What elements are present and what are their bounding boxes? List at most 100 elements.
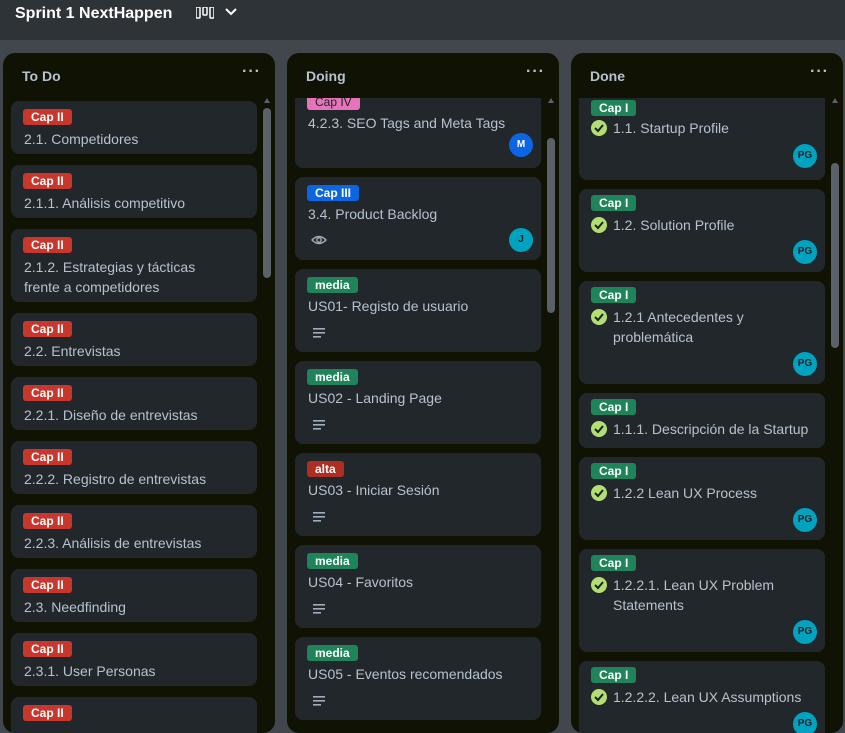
card-label: Cap II <box>23 173 72 189</box>
scroll-thumb[interactable] <box>263 108 271 278</box>
card-title: 2.2.3. Análisis de entrevistas <box>24 535 202 551</box>
list-more-button[interactable]: ··· <box>810 63 829 81</box>
check-icon <box>591 120 607 136</box>
description-icon <box>313 604 325 614</box>
card-label: Cap II <box>23 321 72 337</box>
list-title[interactable]: Done <box>590 68 625 84</box>
card-title: US01- Registo de usuario <box>308 298 469 314</box>
card-list: Cap IV 4.2.3. SEO Tags and Meta Tags M C… <box>295 98 541 733</box>
card[interactable]: alta US03 - Iniciar Sesión <box>295 453 541 536</box>
list-more-button[interactable]: ··· <box>242 63 261 81</box>
card-title: 1.2.2.2. Lean UX Assumptions <box>613 689 802 705</box>
description-icon <box>313 328 325 338</box>
card[interactable]: media US01- Registo de usuario <box>295 269 541 352</box>
avatar[interactable]: PG <box>793 352 817 376</box>
card-title: 4.2.3. SEO Tags and Meta Tags <box>308 115 506 131</box>
card[interactable]: Cap I 1.2.2.2. Lean UX Assumptions PG <box>579 661 825 733</box>
list-title[interactable]: Doing <box>306 68 346 84</box>
card[interactable]: Cap I 1.1. Startup Profile PG <box>579 98 825 180</box>
scroll-up-icon[interactable] <box>832 98 838 103</box>
card[interactable]: Cap I 1.1.1. Descripción de la Startup <box>579 393 825 448</box>
scroll-up-icon[interactable] <box>548 98 554 103</box>
card[interactable]: Cap IV 4.2.3. SEO Tags and Meta Tags M <box>295 98 541 168</box>
card-title: 1.1. Startup Profile <box>613 120 729 136</box>
card-title: 2.2. Entrevistas <box>24 343 121 359</box>
card-label: Cap II <box>23 577 72 593</box>
list-done: Done ··· Cap I 1.1. Startup Profile PG C… <box>571 53 843 733</box>
card-label: Cap IV <box>307 98 360 110</box>
list-scrollbar[interactable] <box>547 98 555 733</box>
list-more-button[interactable]: ··· <box>526 63 545 81</box>
card-label: alta <box>307 461 344 477</box>
card-title: 2.3. Needfinding <box>24 599 126 615</box>
scroll-thumb[interactable] <box>547 138 555 313</box>
avatar[interactable]: PG <box>793 508 817 532</box>
list-header: Done ··· <box>571 53 843 99</box>
list-scrollbar[interactable] <box>831 98 839 733</box>
card[interactable]: Cap II 2.1.2. Estrategias y tácticas fre… <box>11 229 257 302</box>
description-icon <box>313 696 325 706</box>
avatar[interactable]: J <box>509 228 533 252</box>
board-title[interactable]: Sprint 1 NextHappen <box>15 5 172 23</box>
card[interactable]: Cap II 2.1. Competidores <box>11 101 257 154</box>
card[interactable]: Cap I 1.2.2 Lean UX Process PG <box>579 457 825 540</box>
card[interactable]: media US05 - Eventos recomendados <box>295 637 541 720</box>
card[interactable]: Cap II 2.1.1. Análisis competitivo <box>11 165 257 218</box>
card-label: media <box>307 369 358 385</box>
card[interactable]: Cap I 1.2. Solution Profile PG <box>579 189 825 272</box>
card[interactable]: Cap II 2.2.2. Registro de entrevistas <box>11 441 257 494</box>
card-title: US04 - Favoritos <box>308 574 414 590</box>
card-title: 2.2.2. Registro de entrevistas <box>24 471 207 487</box>
card-list: Cap II 2.1. Competidores Cap II 2.1.1. A… <box>11 98 257 733</box>
card[interactable]: Cap I 1.2.1 Antecedentes y problemática … <box>579 281 825 384</box>
card-title: 1.2.1 Antecedentes y problemática <box>613 309 744 345</box>
card[interactable]: Cap II 2.3.1. User Personas <box>11 633 257 686</box>
check-icon <box>591 421 607 437</box>
card-title: 3.4. Product Backlog <box>308 206 438 222</box>
card-label: Cap II <box>23 237 72 253</box>
card-label: Cap II <box>23 385 72 401</box>
avatar[interactable]: PG <box>793 712 817 733</box>
scroll-thumb[interactable] <box>831 163 839 348</box>
card-label: media <box>307 645 358 661</box>
scroll-up-icon[interactable] <box>264 98 270 103</box>
card[interactable]: Cap III 3.4. Product Backlog J <box>295 177 541 260</box>
list-scrollbar[interactable] <box>263 98 271 733</box>
card-label: Cap II <box>23 109 72 125</box>
avatar[interactable]: M <box>509 133 533 157</box>
card-label: Cap I <box>591 463 637 479</box>
card-list: Cap I 1.1. Startup Profile PG Cap I 1.2.… <box>579 98 825 733</box>
card[interactable]: Cap II 2.2.1. Diseño de entrevistas <box>11 377 257 430</box>
card[interactable]: Cap II 2.3. Needfinding <box>11 569 257 622</box>
card-title: 2.1.1. Análisis competitivo <box>24 195 186 211</box>
card-title: US03 - Iniciar Sesión <box>308 482 440 498</box>
list-todo: To Do ··· Cap II 2.1. Competidores Cap I… <box>3 53 275 733</box>
list-doing: Doing ··· Cap IV 4.2.3. SEO Tags and Met… <box>287 53 559 733</box>
card[interactable]: media US02 - Landing Page <box>295 361 541 444</box>
card-label: Cap I <box>591 287 637 303</box>
eye-icon <box>311 235 327 245</box>
card-label: Cap I <box>591 667 637 683</box>
card[interactable]: Cap II 2.2.3. Análisis de entrevistas <box>11 505 257 558</box>
card-title: 1.2. Solution Profile <box>613 217 735 233</box>
avatar[interactable]: PG <box>793 144 817 168</box>
card-title: 2.3.1. User Personas <box>24 663 156 679</box>
card[interactable]: Cap II 2.2. Entrevistas <box>11 313 257 366</box>
board-view-switcher[interactable] <box>196 5 238 23</box>
card-title: 1.1.1. Descripción de la Startup <box>613 421 809 437</box>
description-icon <box>313 420 325 430</box>
card-label: Cap I <box>591 100 637 116</box>
avatar[interactable]: PG <box>793 240 817 264</box>
list-title[interactable]: To Do <box>22 68 61 84</box>
card-title: 2.1.2. Estrategias y tácticas frente a c… <box>24 259 196 295</box>
card[interactable]: Cap II <box>11 697 257 733</box>
card[interactable]: Cap I 1.2.2.1. Lean UX Problem Statement… <box>579 549 825 652</box>
board-header: Sprint 1 NextHappen <box>0 0 845 40</box>
card-label: Cap II <box>23 705 72 721</box>
card-label: Cap II <box>23 513 72 529</box>
avatar[interactable]: PG <box>793 620 817 644</box>
chevron-down-icon <box>225 8 237 16</box>
card[interactable]: media US04 - Favoritos <box>295 545 541 628</box>
card-label: Cap III <box>307 185 360 201</box>
check-icon <box>591 309 607 325</box>
